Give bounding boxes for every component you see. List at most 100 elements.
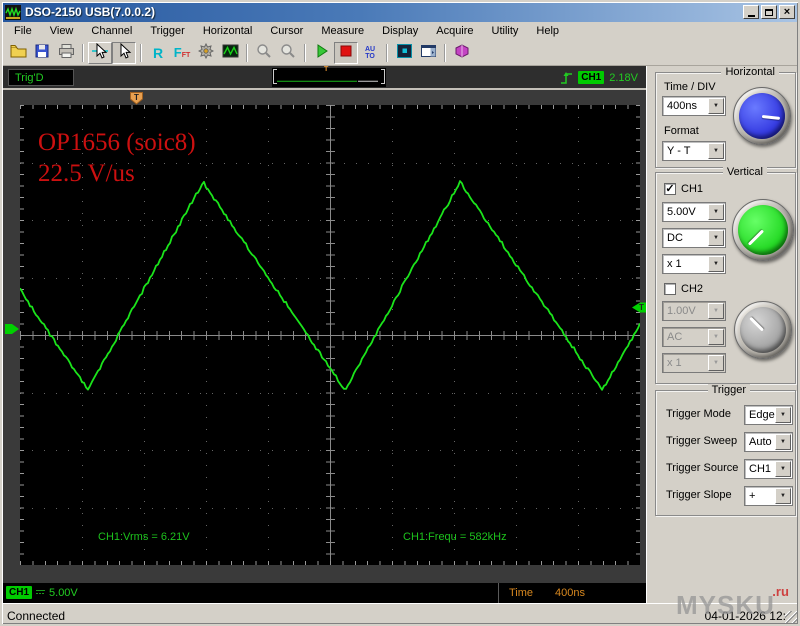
- window-title: DSO-2150 USB(7.0.0.2): [25, 5, 156, 19]
- ch1-volt-div-select[interactable]: 5.00V ▼: [662, 202, 726, 222]
- toolbar-separator: [304, 43, 306, 62]
- chevron-down-icon[interactable]: ▼: [775, 434, 791, 450]
- minimize-icon: [747, 14, 755, 17]
- close-icon: ×: [783, 6, 791, 18]
- trigger-readout: CH1 2.18V: [560, 69, 638, 86]
- zoom-in-button[interactable]: [252, 42, 276, 64]
- toolbar-separator: [444, 43, 446, 62]
- fft-icon: FFT: [173, 44, 191, 60]
- timebase-value: 400ns: [555, 587, 586, 599]
- ch1-badge: CH1: [6, 586, 33, 599]
- autoset-button[interactable]: AU TO: [358, 42, 382, 64]
- menu-file[interactable]: File: [5, 23, 41, 40]
- ch1-coupling-select[interactable]: DC ▼: [662, 228, 726, 248]
- minimize-button[interactable]: [743, 5, 759, 19]
- resize-grip[interactable]: [785, 611, 798, 624]
- chevron-down-icon[interactable]: ▼: [708, 204, 724, 220]
- save-button[interactable]: [30, 42, 54, 64]
- print-button[interactable]: [54, 42, 78, 64]
- vertical-group: Vertical ✓ CH1 5.00V ▼ DC ▼ x 1 ▼ CH2 1.…: [655, 166, 796, 384]
- toolbar-separator: [386, 43, 388, 62]
- refresh-button[interactable]: R: [146, 42, 170, 64]
- cursor-icon: [116, 42, 132, 62]
- settings-icon: [197, 42, 215, 62]
- menu-trigger[interactable]: Trigger: [141, 23, 193, 40]
- trigger-source-select[interactable]: CH1 ▼: [744, 459, 793, 479]
- trigger-slope-select[interactable]: + ▼: [744, 486, 793, 506]
- format-select[interactable]: Y - T ▼: [662, 141, 726, 161]
- horizontal-knob[interactable]: [733, 87, 791, 145]
- vrms-readout: CH1:Vrms = 6.21V: [98, 531, 190, 543]
- stop-button[interactable]: [334, 41, 358, 64]
- menu-cursor[interactable]: Cursor: [261, 23, 312, 40]
- fit-screen-button[interactable]: [392, 42, 416, 64]
- trigger-slope-label: Trigger Slope: [666, 489, 732, 501]
- ch2-coupling-select: AC ▼: [662, 327, 726, 347]
- zoom-out-icon: [280, 43, 296, 62]
- waveform-window-button[interactable]: [218, 42, 242, 64]
- fft-button[interactable]: FFT: [170, 42, 194, 64]
- menu-horizontal[interactable]: Horizontal: [194, 23, 262, 40]
- chevron-down-icon[interactable]: ▼: [708, 98, 724, 114]
- trigger-source-label: Trigger Source: [666, 462, 739, 474]
- frequency-readout: CH1:Frequ = 582kHz: [403, 531, 507, 543]
- menu-measure[interactable]: Measure: [312, 23, 373, 40]
- menu-channel[interactable]: Channel: [82, 23, 141, 40]
- ch2-volt-div-select: 1.00V ▼: [662, 301, 726, 321]
- settings-button[interactable]: [194, 42, 218, 64]
- trigger-mode-select[interactable]: Edge ▼: [744, 405, 793, 425]
- ch2-checkmark: [664, 283, 676, 295]
- ch1-zero-marker[interactable]: [5, 322, 20, 336]
- trigger-status: Trig'D: [8, 69, 74, 86]
- autoset-icon: AU TO: [364, 45, 376, 60]
- scope-screen[interactable]: OP1656 (soic8) 22.5 V/us CH1:Vrms = 6.21…: [20, 105, 640, 565]
- trigger-status-text: Trig'D: [15, 71, 44, 84]
- help-icon: [454, 43, 470, 62]
- open-file-button[interactable]: [6, 42, 30, 64]
- open-file-icon: [10, 43, 27, 62]
- chevron-down-icon[interactable]: ▼: [775, 461, 791, 477]
- cursor-trace-icon: [92, 42, 108, 62]
- chevron-down-icon[interactable]: ▼: [775, 488, 791, 504]
- vertical-group-title: Vertical: [722, 166, 767, 178]
- chevron-down-icon[interactable]: ▼: [708, 143, 724, 159]
- menu-view[interactable]: View: [41, 23, 83, 40]
- menu-display[interactable]: Display: [373, 23, 427, 40]
- help-button[interactable]: [450, 42, 474, 64]
- zoom-out-button[interactable]: [276, 42, 300, 64]
- horizontal-group-title: Horizontal: [721, 66, 779, 78]
- menu-help[interactable]: Help: [527, 23, 568, 40]
- layout-icon: [420, 43, 437, 62]
- title-bar[interactable]: DSO-2150 USB(7.0.0.2) ×: [2, 2, 798, 22]
- layout-button[interactable]: [416, 42, 440, 64]
- ch2-position-knob[interactable]: [734, 301, 792, 359]
- date-time: 04-01-2026 12:: [704, 609, 786, 623]
- menu-utility[interactable]: Utility: [483, 23, 528, 40]
- ch2-checkbox[interactable]: CH2: [664, 283, 703, 295]
- status-bar: Connected 04-01-2026 12:: [0, 603, 800, 626]
- chevron-down-icon[interactable]: ▼: [775, 407, 791, 423]
- close-button[interactable]: ×: [779, 5, 795, 19]
- menu-bar: File View Channel Trigger Horizontal Cursor Me…: [2, 22, 798, 40]
- cursor-button[interactable]: [112, 41, 136, 64]
- trigger-sweep-select[interactable]: Auto ▼: [744, 432, 793, 452]
- ch1-position-knob[interactable]: [732, 199, 794, 261]
- time-div-label: Time / DIV: [664, 81, 716, 93]
- chevron-down-icon[interactable]: ▼: [708, 256, 724, 272]
- chevron-down-icon: ▼: [708, 329, 724, 345]
- chevron-down-icon[interactable]: ▼: [708, 230, 724, 246]
- ch1-checkbox[interactable]: ✓ CH1: [664, 183, 703, 195]
- toolbar-separator: [140, 43, 142, 62]
- waveform-preview[interactable]: T: [272, 66, 386, 87]
- refresh-icon: R: [152, 44, 164, 61]
- menu-acquire[interactable]: Acquire: [427, 23, 482, 40]
- cursor-trace-button[interactable]: [88, 41, 112, 64]
- ch1-probe-select[interactable]: x 1 ▼: [662, 254, 726, 274]
- preview-trigger-marker: T: [324, 66, 329, 73]
- trigger-mode-label: Trigger Mode: [666, 408, 732, 420]
- start-button[interactable]: [310, 42, 334, 64]
- maximize-button[interactable]: [761, 5, 777, 19]
- trigger-position-marker[interactable]: T: [130, 92, 143, 105]
- connection-status: Connected: [7, 609, 66, 623]
- time-div-select[interactable]: 400ns ▼: [662, 96, 726, 116]
